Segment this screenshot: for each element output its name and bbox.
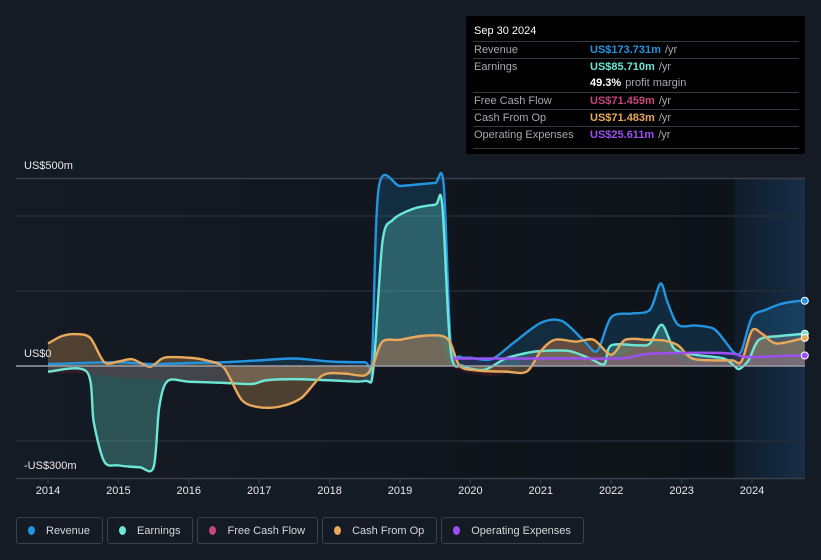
tooltip-row-operating-expenses: Operating Expenses US$25.611m/yr (473, 126, 799, 144)
legend-label: Revenue (46, 524, 91, 537)
tooltip-panel: Sep 30 2024 Revenue US$173.731m/yr Earni… (466, 16, 805, 154)
tooltip-amount: US$173.731m (590, 44, 661, 56)
tooltip-unit: /yr (658, 112, 672, 124)
revenue-dot-icon (28, 526, 35, 535)
legend-item-operating-expenses[interactable]: Operating Expenses (441, 517, 584, 544)
tooltip-value: US$173.731m/yr (590, 44, 677, 56)
profit-margin-value: 49.3% (590, 77, 622, 89)
earnings-dot-icon (119, 526, 127, 535)
y-tick-label-neg300: -US$300m (24, 460, 77, 472)
x-tick-label: 2015 (106, 485, 131, 497)
legend-item-revenue[interactable]: Revenue (16, 517, 104, 544)
x-tick-label: 2019 (387, 485, 413, 497)
x-tick-label: 2020 (458, 485, 483, 497)
x-tick-label: 2022 (598, 485, 624, 497)
tooltip-label: Cash From Op (474, 112, 547, 124)
tooltip-value: 49.3% profit margin (590, 77, 686, 89)
tooltip-label: Free Cash Flow (474, 95, 552, 107)
tooltip-unit: /yr (664, 44, 678, 56)
free-cash-flow-dot-icon (209, 526, 217, 535)
x-tick-label: 2017 (246, 485, 272, 497)
tooltip-divider (473, 148, 799, 149)
x-tick-label: 2018 (317, 485, 342, 497)
tooltip-amount: US$85.710m (590, 61, 655, 73)
tooltip-row-earnings: Earnings US$85.710m/yr (473, 58, 799, 76)
tooltip-amount: US$25.611m (590, 129, 655, 141)
tooltip-unit: /yr (658, 129, 671, 141)
legend: Revenue Earnings Free Cash Flow Cash Fro… (16, 517, 584, 544)
legend-label: Operating Expenses (471, 524, 571, 537)
tooltip-label: Operating Expenses (474, 129, 574, 141)
tooltip-label: Revenue (474, 44, 519, 56)
operating-expenses-end-marker (800, 351, 809, 360)
y-tick-label-0: US$0 (24, 348, 52, 360)
x-tick-label: 2023 (669, 485, 694, 497)
tooltip-row-revenue: Revenue US$173.731m/yr (473, 41, 799, 59)
tooltip-row-profit-margin: 49.3% profit margin (473, 75, 799, 92)
cash-from-op-dot-icon (334, 526, 342, 535)
cash-from-op-end-marker (800, 333, 809, 342)
operating-expenses-dot-icon (453, 526, 461, 535)
x-tick-label: 2016 (176, 485, 202, 497)
revenue-end-marker (800, 296, 809, 305)
legend-label: Earnings (137, 524, 181, 537)
tooltip-unit: /yr (658, 61, 672, 73)
tooltip-value: US$71.459m/yr (590, 95, 671, 107)
x-tick-label: 2021 (528, 485, 554, 497)
tooltip-value: US$25.611m/yr (590, 129, 670, 141)
y-tick-label-500: US$500m (24, 160, 73, 172)
profit-margin-label: profit margin (625, 77, 687, 89)
legend-label: Cash From Op (352, 524, 425, 537)
legend-item-free-cash-flow[interactable]: Free Cash Flow (197, 517, 319, 544)
legend-item-cash-from-op[interactable]: Cash From Op (322, 517, 438, 544)
x-tick-label: 2024 (739, 485, 765, 497)
tooltip-amount: US$71.483m (590, 112, 655, 124)
legend-label: Free Cash Flow (227, 524, 306, 537)
tooltip-amount: US$71.459m (590, 95, 655, 107)
tooltip-label: Earnings (474, 61, 518, 73)
tooltip-unit: /yr (658, 95, 672, 107)
tooltip-row-cash-from-op: Cash From Op US$71.483m/yr (473, 109, 799, 127)
x-tick-label: 2014 (35, 485, 61, 497)
tooltip-date: Sep 30 2024 (474, 25, 537, 37)
tooltip-value: US$85.710m/yr (590, 61, 671, 73)
tooltip-value: US$71.483m/yr (590, 112, 671, 124)
tooltip-row-free-cash-flow: Free Cash Flow US$71.459m/yr (473, 92, 799, 110)
legend-item-earnings[interactable]: Earnings (107, 517, 194, 544)
